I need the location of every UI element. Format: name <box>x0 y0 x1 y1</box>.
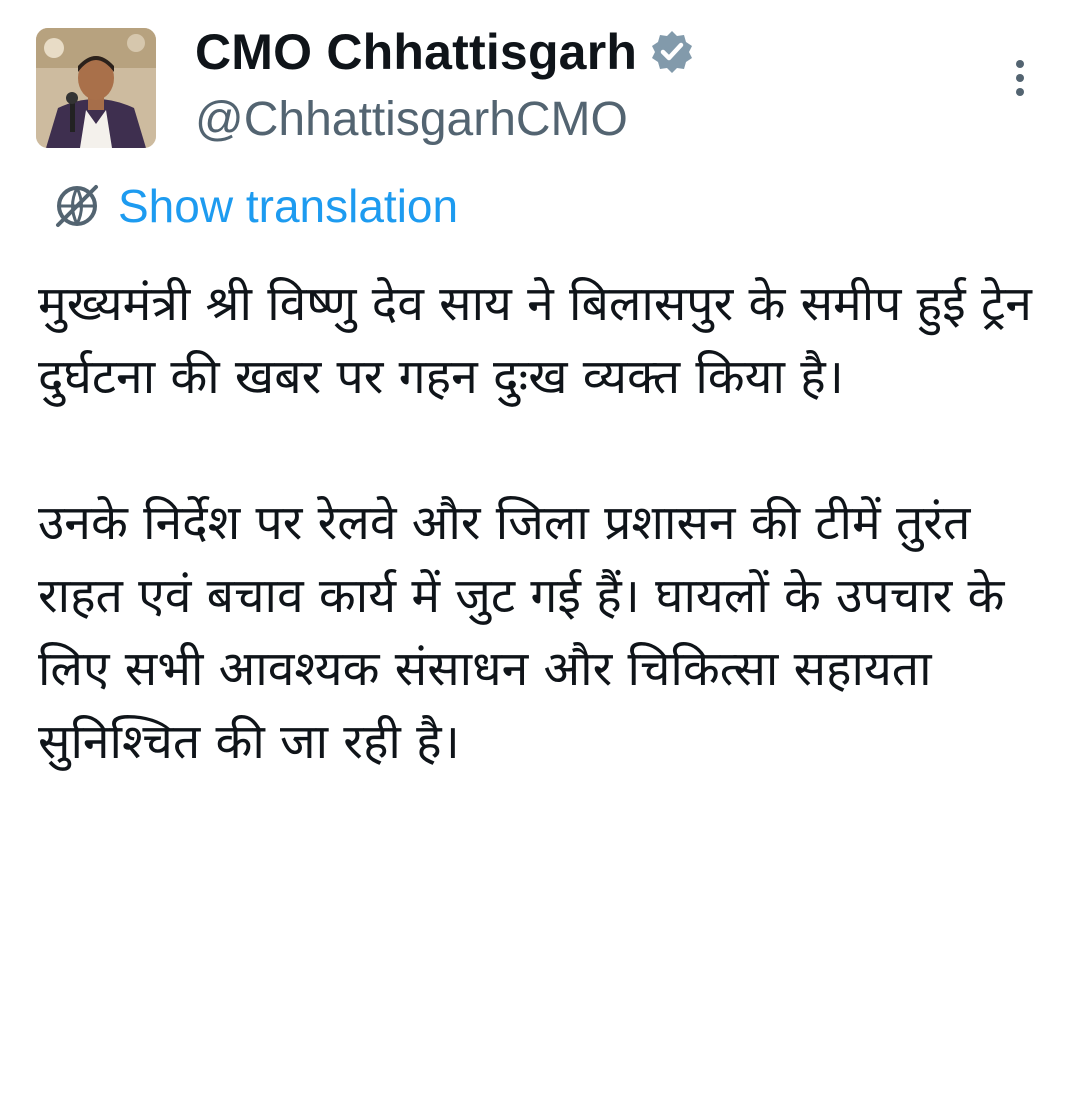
tweet-text: मुख्यमंत्री श्री विष्णु देव साय ने बिलास… <box>38 268 1048 779</box>
author-name-row: CMO Chhattisgarh <box>195 22 695 82</box>
show-translation-row[interactable]: Show translation <box>50 178 458 234</box>
tweet-paragraph-1: मुख्यमंत्री श्री विष्णु देव साय ने बिलास… <box>38 276 1032 405</box>
tweet-paragraph-2: उनके निर्देश पर रेलवे और जिला प्रशासन की… <box>38 495 1005 770</box>
verified-badge-icon <box>649 29 695 75</box>
tweet-header: CMO Chhattisgarh @ChhattisgarhCMO <box>0 0 1080 170</box>
show-translation-link[interactable]: Show translation <box>118 178 458 234</box>
globe-translate-icon <box>50 179 104 233</box>
display-name[interactable]: CMO Chhattisgarh <box>195 22 637 82</box>
avatar[interactable] <box>36 28 156 148</box>
author-handle[interactable]: @ChhattisgarhCMO <box>195 92 628 148</box>
more-vertical-icon[interactable] <box>1006 56 1034 100</box>
